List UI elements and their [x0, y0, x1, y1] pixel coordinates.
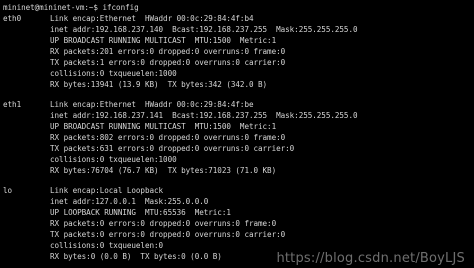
interface-name: lo — [3, 186, 13, 195]
interface-line: UP BROADCAST RUNNING MULTICAST MTU:1500 … — [50, 122, 277, 131]
interface-line: UP BROADCAST RUNNING MULTICAST MTU:1500 … — [50, 36, 277, 45]
interface-line: RX bytes:13941 (13.9 KB) TX bytes:342 (3… — [50, 80, 268, 89]
interface-name: eth1 — [3, 100, 22, 109]
interface-line: TX packets:1 errors:0 dropped:0 overruns… — [50, 58, 286, 67]
interface-line: TX packets:631 errors:0 dropped:0 overru… — [50, 144, 295, 153]
interface-line: collisions:0 txqueuelen:0 — [50, 241, 164, 250]
interface-line: RX packets:201 errors:0 dropped:0 overru… — [50, 47, 286, 56]
interface-line: UP LOOPBACK RUNNING MTU:65536 Metric:1 — [50, 208, 231, 217]
interface-line: RX packets:0 errors:0 dropped:0 overruns… — [50, 219, 277, 228]
interface-line: RX packets:802 errors:0 dropped:0 overru… — [50, 133, 286, 142]
interface-line: Link encap:Local Loopback — [50, 186, 164, 195]
interface-line: inet addr:127.0.0.1 Mask:255.0.0.0 — [50, 197, 209, 206]
interface-line: collisions:0 txqueuelen:1000 — [50, 69, 177, 78]
terminal-window[interactable]: mininet@mininet-vm:~$ ifconfig eth0 Link… — [0, 0, 474, 268]
interface-line: TX packets:0 errors:0 dropped:0 overruns… — [50, 230, 286, 239]
interface-line: Link encap:Ethernet HWaddr 00:0c:29:84:4… — [50, 100, 254, 109]
interface-name: eth0 — [3, 14, 22, 23]
interface-line: Link encap:Ethernet HWaddr 00:0c:29:84:4… — [50, 14, 254, 23]
shell-prompt: mininet@mininet-vm:~$ ifconfig — [3, 3, 139, 12]
watermark-url: https://blog.csdn.net/BoyLJS — [276, 251, 465, 267]
interface-line: inet addr:192.168.237.141 Bcast:192.168.… — [50, 111, 358, 120]
interface-line: collisions:0 txqueuelen:1000 — [50, 155, 177, 164]
interface-line: RX bytes:0 (0.0 B) TX bytes:0 (0.0 B) — [50, 252, 222, 261]
interface-line: RX bytes:76704 (76.7 KB) TX bytes:71023 … — [50, 166, 277, 175]
interface-line: inet addr:192.168.237.140 Bcast:192.168.… — [50, 25, 358, 34]
